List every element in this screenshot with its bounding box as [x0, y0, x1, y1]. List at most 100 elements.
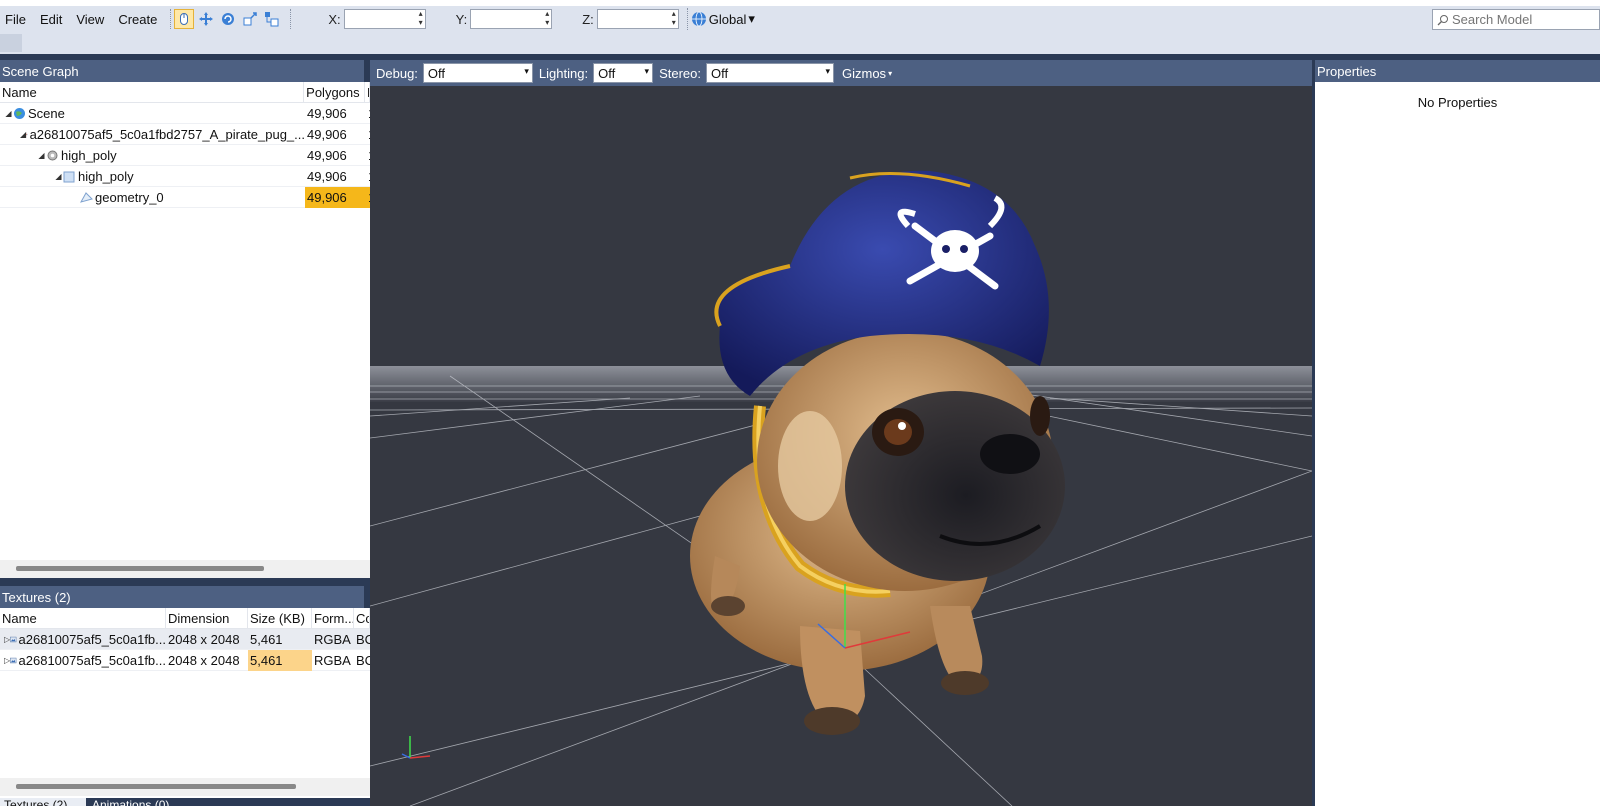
globe-icon: [691, 11, 706, 27]
column-size[interactable]: Size (KB): [248, 608, 312, 628]
globe-icon: [14, 107, 25, 119]
stereo-select[interactable]: Off: [706, 63, 834, 83]
tree-row-high-poly-mesh[interactable]: ◢ high_poly 49,906 1: [0, 166, 370, 187]
coordinate-space-dropdown[interactable]: Global ▾: [686, 8, 758, 30]
pivot-tool-button[interactable]: [262, 9, 282, 29]
chevron-down-icon: ▾: [888, 68, 893, 78]
toolbar-grip[interactable]: [0, 34, 22, 52]
scene-graph-panel: Name Polygons P ◢ Scene 49,906 1 ◢ a2681…: [0, 82, 370, 578]
mesh-cube-icon: [63, 171, 75, 182]
tree-row-model[interactable]: ◢ a26810075af5_5c0a1fbd2757_A_pirate_pug…: [0, 124, 370, 145]
texture-name: a26810075af5_5c0a1fb...: [18, 652, 166, 668]
model-blocks-icon: [26, 133, 28, 135]
column-format[interactable]: Form...: [312, 608, 354, 628]
textures-header: Textures (2): [0, 586, 364, 608]
x-input[interactable]: [343, 9, 426, 29]
image-icon: [10, 636, 17, 642]
x-label: X:: [328, 11, 341, 27]
gizmos-dropdown[interactable]: Gizmos: [842, 66, 886, 81]
stereo-label: Stereo:: [659, 65, 701, 81]
textures-scrollbar[interactable]: [0, 778, 370, 796]
texture-row[interactable]: ▷ a26810075af5_5c0a1fb... 2048 x 2048 5,…: [0, 649, 370, 671]
geometry-icon: [80, 191, 93, 203]
y-input[interactable]: [470, 9, 553, 29]
scene-graph-column-headers: Name Polygons P: [0, 82, 370, 103]
debug-label: Debug:: [376, 65, 418, 81]
move-tool-button[interactable]: [196, 9, 216, 29]
scale-tool-button[interactable]: [240, 9, 260, 29]
toolbar-separator: [170, 9, 172, 29]
chevron-down-icon: ▾: [748, 11, 755, 26]
toolbar-separator: [290, 9, 292, 29]
debug-select[interactable]: Off: [422, 63, 533, 83]
textures-title: Textures (2): [2, 589, 71, 605]
tree-row-high-poly-node[interactable]: ◢ high_poly 49,906 1: [0, 145, 370, 166]
expand-arrow-icon[interactable]: ◢: [54, 172, 63, 181]
3d-viewport[interactable]: [370, 86, 1312, 806]
search-box[interactable]: [1432, 9, 1600, 30]
model-viewer-app: File Edit View Create X: Y: Z: Global ▾: [0, 0, 1600, 806]
tab-textures[interactable]: Textures (2): [0, 798, 86, 806]
extra-cell: BC: [356, 652, 370, 668]
menu-view[interactable]: View: [69, 12, 111, 27]
texture-row[interactable]: ▷ a26810075af5_5c0a1fb... 2048 x 2048 5,…: [0, 629, 370, 650]
dimension-cell: 2048 x 2048: [168, 631, 240, 647]
column-name[interactable]: Name: [0, 608, 166, 628]
tree-row-label: geometry_0: [95, 189, 164, 205]
coordinate-space-label: Global: [708, 11, 747, 27]
menu-create[interactable]: Create: [111, 12, 164, 27]
expand-arrow-icon[interactable]: ◢: [4, 109, 13, 118]
pirate-pug-model: [690, 170, 1065, 735]
menu-toolbar: File Edit View Create X: Y: Z: Global ▾: [0, 6, 1600, 32]
tree-row-geometry[interactable]: geometry_0 49,906 1: [0, 186, 370, 208]
search-input[interactable]: [1452, 12, 1592, 27]
select-tool-button[interactable]: [174, 9, 195, 29]
scene-graph-header: Scene Graph: [0, 60, 364, 82]
rotate-icon: [222, 13, 235, 25]
column-polygons[interactable]: Polygons: [304, 82, 365, 102]
viewport-toolbar: Debug: Off Lighting: Off Stereo: Off Giz…: [370, 60, 1312, 86]
image-icon: [10, 657, 17, 663]
format-cell: RGBA: [314, 631, 351, 647]
polygons-cell: 49,906: [307, 105, 347, 121]
tab-animations[interactable]: Animations (0): [88, 798, 208, 806]
tree-row-scene[interactable]: ◢ Scene 49,906 1: [0, 103, 370, 124]
tree-row-label: high_poly: [61, 147, 117, 163]
lighting-select[interactable]: Off: [593, 63, 654, 83]
no-properties-message: No Properties: [1417, 95, 1498, 110]
texture-name: a26810075af5_5c0a1fb...: [18, 631, 166, 647]
scene-graph-scrollbar[interactable]: [0, 560, 370, 578]
secondary-toolbar: [0, 32, 1600, 54]
rotate-tool-button[interactable]: [218, 9, 238, 29]
scene-graph-title: Scene Graph: [2, 63, 79, 79]
pivot-icon: [265, 12, 279, 27]
search-icon: [1437, 14, 1448, 25]
menu-file[interactable]: File: [0, 12, 33, 27]
dimension-cell: 2048 x 2048: [168, 652, 240, 668]
size-cell: 5,461: [250, 631, 283, 647]
viewport-scene: [370, 170, 1312, 806]
bottom-tab-strip: Textures (2) Animations (0): [0, 798, 370, 806]
properties-panel: No Properties: [1315, 82, 1600, 806]
mouse-pointer-icon: [180, 13, 189, 25]
polygons-cell: 49,906: [305, 186, 366, 208]
properties-header: Properties: [1315, 60, 1600, 82]
z-input[interactable]: [596, 9, 679, 29]
tree-row-label: high_poly: [78, 168, 134, 184]
format-cell: RGBA: [314, 652, 351, 668]
polygons-cell: 49,906: [307, 168, 347, 184]
lighting-label: Lighting:: [538, 65, 589, 81]
textures-panel: Name Dimension Size (KB) Form... Co ▷ a2…: [0, 608, 370, 798]
scrollbar-thumb[interactable]: [16, 566, 264, 571]
expand-arrow-icon[interactable]: ◢: [37, 151, 46, 160]
column-name[interactable]: Name: [0, 82, 305, 102]
column-extra[interactable]: Co: [354, 608, 370, 628]
polygons-cell: 49,906: [307, 147, 347, 163]
column-dimension[interactable]: Dimension: [166, 608, 248, 628]
polygons-cell: 49,906: [307, 126, 347, 142]
properties-title: Properties: [1317, 63, 1377, 79]
menu-edit[interactable]: Edit: [33, 12, 69, 27]
y-label: Y:: [455, 11, 468, 27]
scrollbar-thumb[interactable]: [16, 784, 296, 789]
z-label: Z:: [582, 11, 594, 27]
